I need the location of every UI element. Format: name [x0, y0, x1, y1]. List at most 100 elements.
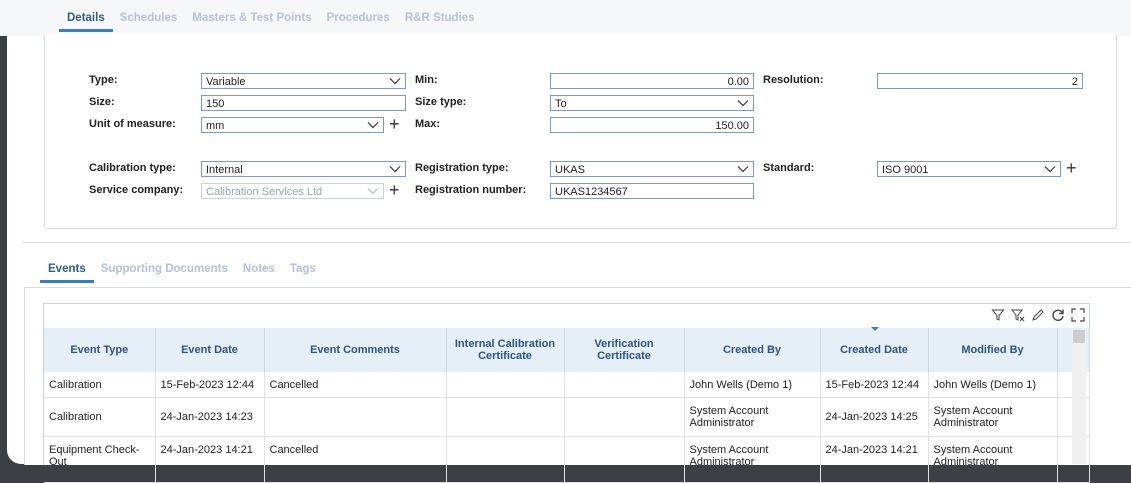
table-row[interactable]: Equipment Check-Out 24-Jan-2023 14:21 Ca…	[44, 436, 1090, 483]
vertical-scrollbar[interactable]	[1072, 330, 1086, 464]
cell-modified-by: System Account Administrator	[928, 397, 1058, 437]
cell-created-by: System Account Administrator	[684, 436, 821, 483]
add-standard-plus-icon[interactable]: +	[1066, 159, 1077, 177]
section-divider	[23, 242, 1131, 243]
cell-modified-by: System Account Administrator	[928, 436, 1058, 483]
calibration-type-value: Internal	[206, 164, 243, 176]
events-table: Event Type Event Date Event Comments Int…	[44, 328, 1090, 483]
tab-supporting-documents[interactable]: Supporting Documents	[101, 261, 228, 283]
chevron-down-icon	[389, 166, 401, 173]
standard-select[interactable]: ISO 9001	[877, 161, 1061, 177]
uom-label: Unit of measure:	[89, 118, 176, 130]
cell-event-type: Calibration	[44, 397, 156, 437]
chevron-down-icon	[389, 78, 401, 85]
tab-events[interactable]: Events	[40, 261, 94, 283]
cell-verification-cert	[564, 436, 685, 483]
service-company-label: Service company:	[89, 184, 184, 196]
edit-icon[interactable]	[1031, 308, 1045, 322]
cell-created-date: 24-Jan-2023 14:21	[820, 436, 929, 483]
top-tabs: Details Schedules Masters & Test Points …	[59, 10, 489, 32]
type-value: Variable	[206, 76, 246, 88]
size-input[interactable]: 150	[201, 95, 406, 111]
cell-event-date: 15-Feb-2023 12:44	[155, 372, 265, 398]
col-created-date[interactable]: Created Date	[820, 328, 929, 372]
calibration-type-label: Calibration type:	[89, 162, 176, 174]
tab-notes[interactable]: Notes	[243, 261, 275, 283]
registration-number-label: Registration number:	[415, 184, 527, 196]
cell-created-date: 24-Jan-2023 14:25	[820, 397, 929, 437]
max-value: 150.00	[715, 120, 749, 132]
cell-event-type: Equipment Check-Out	[44, 436, 156, 483]
chevron-down-icon	[367, 188, 379, 195]
tab-details[interactable]: Details	[59, 10, 113, 32]
cell-event-comments	[264, 397, 447, 437]
cell-event-type: Calibration	[44, 372, 156, 398]
col-internal-calibration-certificate[interactable]: Internal Calibration Certificate	[446, 328, 565, 372]
clear-filter-icon[interactable]	[1010, 308, 1025, 322]
chevron-down-icon	[367, 122, 379, 129]
standard-label: Standard:	[763, 162, 815, 174]
cell-internal-cert	[446, 372, 565, 398]
col-event-type[interactable]: Event Type	[44, 328, 156, 372]
cell-created-by: System Account Administrator	[684, 397, 821, 437]
type-select[interactable]: Variable	[201, 73, 406, 89]
max-input[interactable]: 150.00	[550, 117, 754, 133]
bottom-tabs: Events Supporting Documents Notes Tags	[40, 261, 331, 283]
tab-masters-test-points[interactable]: Masters & Test Points	[192, 10, 311, 32]
min-input[interactable]: 0.00	[550, 73, 754, 89]
registration-type-label: Registration type:	[415, 162, 509, 174]
tab-rr-studies[interactable]: R&R Studies	[405, 10, 475, 32]
col-modified-by[interactable]: Modified By	[928, 328, 1058, 372]
cell-event-date: 24-Jan-2023 14:23	[155, 397, 265, 437]
add-service-company-plus-icon[interactable]: +	[389, 181, 400, 199]
table-row[interactable]: Calibration 24-Jan-2023 14:23 System Acc…	[44, 397, 1090, 437]
calibration-type-select[interactable]: Internal	[201, 161, 406, 177]
max-label: Max:	[415, 118, 441, 130]
grid-toolbar	[991, 308, 1085, 322]
size-type-select[interactable]: To	[550, 95, 754, 111]
min-value: 0.00	[727, 76, 749, 88]
col-verification-certificate[interactable]: Verification Certificate	[564, 328, 685, 372]
registration-number-input[interactable]: UKAS1234567	[550, 183, 754, 199]
chevron-down-icon	[737, 166, 749, 173]
registration-type-value: UKAS	[555, 164, 585, 176]
col-created-by[interactable]: Created By	[684, 328, 821, 372]
size-type-label: Size type:	[415, 96, 467, 108]
col-event-comments[interactable]: Event Comments	[264, 328, 447, 372]
resolution-label: Resolution:	[763, 74, 824, 86]
cell-verification-cert	[564, 372, 685, 398]
size-type-value: To	[555, 98, 567, 110]
cell-modified-by: John Wells (Demo 1)	[928, 372, 1058, 398]
chevron-down-icon	[737, 100, 749, 107]
col-event-date[interactable]: Event Date	[155, 328, 265, 372]
type-label: Type:	[89, 74, 118, 86]
uom-value: mm	[206, 120, 225, 132]
tab-procedures[interactable]: Procedures	[327, 10, 390, 32]
cell-verification-cert	[564, 397, 685, 437]
size-value: 150	[206, 98, 225, 110]
sort-descending-icon	[871, 327, 879, 331]
expand-icon[interactable]	[1071, 308, 1085, 322]
tab-tags[interactable]: Tags	[290, 261, 316, 283]
table-header-row: Event Type Event Date Event Comments Int…	[44, 328, 1090, 372]
service-company-select[interactable]: Calibration Services Ltd	[201, 183, 384, 199]
service-company-value: Calibration Services Ltd	[206, 186, 323, 198]
min-label: Min:	[415, 74, 438, 86]
tab-schedules[interactable]: Schedules	[120, 10, 178, 32]
cell-event-date: 24-Jan-2023 14:21	[155, 436, 265, 483]
refresh-icon[interactable]	[1051, 308, 1065, 322]
cell-event-comments: Cancelled	[264, 436, 447, 483]
standard-value: ISO 9001	[882, 164, 929, 176]
add-uom-plus-icon[interactable]: +	[389, 115, 400, 133]
scrollbar-thumb[interactable]	[1073, 330, 1085, 343]
cell-internal-cert	[446, 436, 565, 483]
table-row[interactable]: Calibration 15-Feb-2023 12:44 Cancelled …	[44, 372, 1090, 398]
filter-icon[interactable]	[991, 308, 1005, 322]
resolution-input[interactable]: 2	[877, 73, 1083, 89]
events-grid: Event Type Event Date Event Comments Int…	[43, 303, 1090, 483]
registration-type-select[interactable]: UKAS	[550, 161, 754, 177]
resolution-value: 2	[1071, 76, 1078, 88]
registration-number-value: UKAS1234567	[555, 186, 628, 198]
uom-select[interactable]: mm	[201, 117, 384, 133]
cell-created-by: John Wells (Demo 1)	[684, 372, 821, 398]
